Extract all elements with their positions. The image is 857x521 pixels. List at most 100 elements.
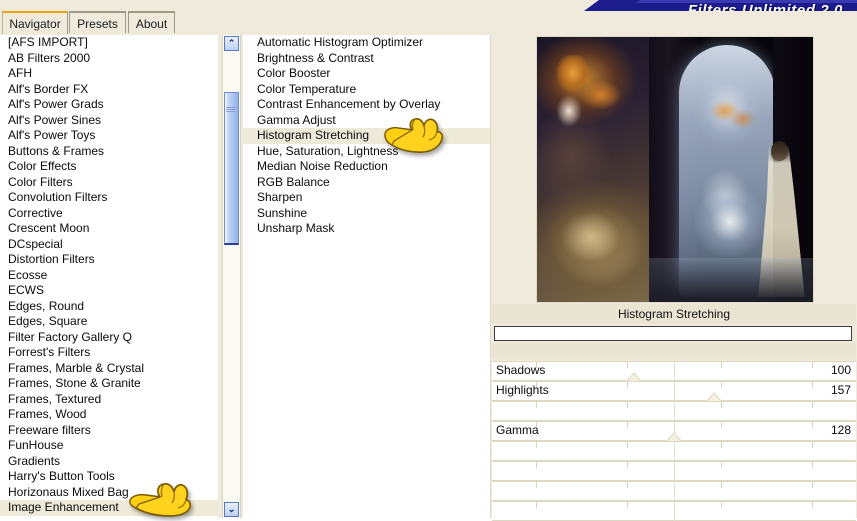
- slider-tick: [812, 402, 814, 408]
- category-list[interactable]: [AFS IMPORT] AB Filters 2000 AFH Alf's Bord…: [0, 35, 218, 518]
- category-list-item[interactable]: Freeware filters: [0, 423, 218, 439]
- category-list-item-label: Color Effects: [8, 159, 77, 173]
- filter-list-item[interactable]: Gamma Adjust: [243, 113, 490, 129]
- slider-row-empty: [492, 441, 856, 461]
- category-list-item[interactable]: Color Filters: [0, 175, 218, 191]
- slider-tick: [626, 462, 628, 468]
- slider-tick: [721, 462, 723, 468]
- category-list-item[interactable]: ECWS: [0, 283, 218, 299]
- slider-row[interactable]: Shadows 100: [492, 361, 856, 381]
- slider-tick: [626, 422, 628, 428]
- category-list-item[interactable]: DCspecial: [0, 237, 218, 253]
- slider-tick: [721, 502, 723, 508]
- slider-label: Highlights: [496, 383, 549, 397]
- category-list-item[interactable]: Alf's Power Toys: [0, 128, 218, 144]
- category-list-item[interactable]: Gradients: [0, 454, 218, 470]
- filter-list[interactable]: Automatic Histogram Optimizer Brightness …: [243, 35, 491, 518]
- filter-list-item[interactable]: Brightness & Contrast: [243, 51, 490, 67]
- filter-list-item[interactable]: Sunshine: [243, 206, 490, 222]
- slider-tick: [674, 482, 675, 501]
- slider-tick: [626, 362, 628, 368]
- category-list-item[interactable]: Buttons & Frames: [0, 144, 218, 160]
- category-list-item[interactable]: Convolution Filters: [0, 190, 218, 206]
- slider-value: 157: [830, 383, 851, 397]
- category-list-item-label: Edges, Round: [8, 298, 85, 313]
- category-list-item[interactable]: Frames, Stone & Granite: [0, 376, 218, 392]
- tab-navigator[interactable]: Navigator: [2, 11, 68, 35]
- category-list-item[interactable]: Color Effects: [0, 159, 218, 175]
- category-list-item[interactable]: Distortion Filters: [0, 252, 218, 268]
- slider-panel[interactable]: Shadows 100 Highlights 157 Gamma 128: [492, 361, 856, 521]
- slider-thumb[interactable]: [706, 392, 723, 401]
- category-list-scrollbar[interactable]: ⌃ ⌄: [222, 35, 241, 518]
- slider-row[interactable]: Highlights 157: [492, 381, 856, 401]
- slider-row[interactable]: Gamma 128: [492, 421, 856, 441]
- category-list-item[interactable]: Frames, Wood: [0, 407, 218, 423]
- filter-list-item[interactable]: Hue, Saturation, Lightness: [243, 144, 490, 160]
- category-list-item-label: Buttons & Frames: [8, 143, 105, 158]
- category-list-item[interactable]: Edges, Round: [0, 299, 218, 315]
- scroll-up-button[interactable]: ⌃: [224, 36, 239, 51]
- category-list-item[interactable]: Forrest's Filters: [0, 345, 218, 361]
- tab-presets[interactable]: Presets: [69, 11, 126, 34]
- category-list-item-label: Ecosse: [8, 267, 48, 282]
- filter-list-item-label: RGB Balance: [257, 174, 330, 189]
- filter-list-item[interactable]: Color Booster: [243, 66, 490, 82]
- filter-list-item[interactable]: RGB Balance: [243, 175, 490, 191]
- preview-frame[interactable]: [536, 36, 814, 303]
- filter-parameter-input[interactable]: [494, 326, 852, 341]
- filter-list-item[interactable]: Color Temperature: [243, 82, 490, 98]
- category-list-item-label: Frames, Wood: [8, 407, 87, 421]
- filter-list-item[interactable]: Unsharp Mask: [243, 221, 490, 237]
- preview-art-glow: [695, 187, 765, 257]
- category-list-item[interactable]: Frames, Textured: [0, 392, 218, 408]
- category-list-item[interactable]: Filter Factory Gallery Q: [0, 330, 218, 346]
- tab-strip: Navigator Presets About: [0, 11, 857, 35]
- category-list-item[interactable]: Alf's Power Sines: [0, 113, 218, 129]
- category-list-item[interactable]: Ecosse: [0, 268, 218, 284]
- slider-tick: [535, 482, 537, 488]
- filter-list-item-label: Automatic Histogram Optimizer: [257, 35, 424, 49]
- slider-tick: [626, 442, 628, 448]
- slider-tick: [674, 462, 675, 481]
- filter-list-item[interactable]: Sharpen: [243, 190, 490, 206]
- category-list-item[interactable]: Corrective: [0, 206, 218, 222]
- category-list-item-label: Freeware filters: [8, 422, 91, 437]
- filter-list-item[interactable]: Median Noise Reduction: [243, 159, 490, 175]
- tab-about[interactable]: About: [128, 11, 175, 34]
- slider-tick: [674, 502, 675, 521]
- category-list-item[interactable]: Alf's Power Grads: [0, 97, 218, 113]
- slider-row-empty: [492, 461, 856, 481]
- slider-tick: [721, 482, 723, 488]
- slider-tick: [674, 442, 675, 461]
- slider-tick: [721, 362, 723, 368]
- category-list-item-label: Crescent Moon: [8, 221, 90, 235]
- filters-unlimited-window: Filters Unlimited 2.0 Navigator Presets …: [0, 0, 857, 521]
- filter-list-item[interactable]: Histogram Stretching: [243, 128, 490, 144]
- slider-thumb[interactable]: [666, 432, 682, 441]
- category-list-item[interactable]: FunHouse: [0, 438, 218, 454]
- category-list-item[interactable]: Crescent Moon: [0, 221, 218, 237]
- category-list-item[interactable]: Alf's Border FX: [0, 82, 218, 98]
- filter-list-item-label: Histogram Stretching: [257, 128, 370, 142]
- preview-image: [537, 37, 813, 302]
- slider-label: Gamma: [496, 423, 539, 437]
- slider-thumb[interactable]: [625, 372, 642, 381]
- category-list-item[interactable]: AB Filters 2000: [0, 51, 218, 67]
- category-list-item[interactable]: [AFS IMPORT]: [0, 35, 218, 51]
- filter-list-item-label: Color Temperature: [257, 81, 357, 96]
- category-list-item[interactable]: AFH: [0, 66, 218, 82]
- filter-list-item[interactable]: Automatic Histogram Optimizer: [243, 35, 490, 51]
- panel-spacer: [492, 343, 856, 359]
- chevron-down-icon: ⌄: [227, 504, 236, 514]
- category-list-item-label: Distortion Filters: [8, 252, 95, 266]
- slider-tick: [626, 482, 628, 488]
- slider-tick: [674, 382, 675, 401]
- category-list-item[interactable]: Frames, Marble & Crystal: [0, 361, 218, 377]
- slider-tick: [812, 422, 814, 428]
- scroll-down-button[interactable]: ⌄: [224, 502, 239, 517]
- scrollbar-thumb[interactable]: [224, 92, 239, 245]
- slider-tick: [674, 362, 675, 381]
- category-list-item[interactable]: Edges, Square: [0, 314, 218, 330]
- filter-list-item[interactable]: Contrast Enhancement by Overlay: [243, 97, 490, 113]
